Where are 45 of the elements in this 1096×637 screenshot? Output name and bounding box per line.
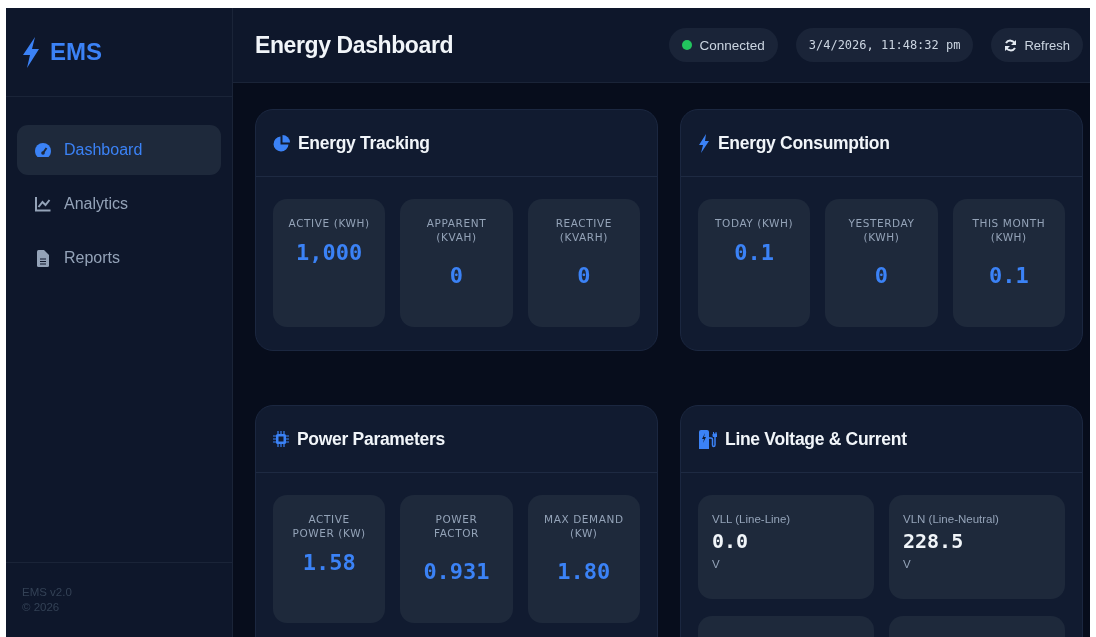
refresh-icon xyxy=(1004,38,1018,52)
metric-label: TODAY (KWH) xyxy=(715,216,794,230)
metric-value: 0 xyxy=(449,263,464,290)
metric-label: APPARENT (KVAH) xyxy=(425,216,488,244)
metric-value: 0.931 xyxy=(423,559,490,586)
reading-value: 0.0 xyxy=(712,529,749,553)
nav-item[interactable]: Reports xyxy=(17,233,221,283)
datetime-text: 3/4/2026, 11:48:32 pm xyxy=(808,38,961,52)
card-title: Energy Tracking xyxy=(298,132,430,154)
chip-icon xyxy=(273,431,289,447)
metric-label: ACTIVE POWER (KW) xyxy=(291,512,367,540)
reading-value: 228.5 xyxy=(903,529,964,553)
pie-chart-icon xyxy=(273,134,290,152)
line-chart-icon xyxy=(34,196,52,212)
lightning-icon xyxy=(698,133,710,153)
reading-label: VLL (Line-Line) xyxy=(712,513,791,525)
nav-item[interactable]: Analytics xyxy=(17,179,221,229)
metric-value: 0 xyxy=(577,263,591,290)
metric-label: THIS MONTH (KWH) xyxy=(971,216,1047,244)
card-title: Power Parameters xyxy=(297,428,445,450)
nav-item[interactable]: Dashboard xyxy=(17,125,221,175)
metric-label: MAX DEMAND (KW) xyxy=(543,512,625,540)
metric-label: ACTIVE (KWH) xyxy=(288,216,370,230)
card-title: Line Voltage & Current xyxy=(725,428,907,450)
metric-value: 1.58 xyxy=(302,550,356,577)
metric-label: REACTIVE (KVARH) xyxy=(554,216,613,244)
charging-station-icon xyxy=(698,429,717,449)
metric-value: 0.1 xyxy=(988,263,1029,290)
metric-value: 1,000 xyxy=(296,240,363,267)
lightning-icon xyxy=(22,36,40,68)
metric-value: 1.80 xyxy=(557,559,611,586)
metric-label: POWER FACTOR xyxy=(433,512,480,540)
page-title: Energy Dashboard xyxy=(255,31,454,59)
document-icon xyxy=(34,249,52,267)
metric-value: 0.1 xyxy=(734,240,775,267)
gauge-icon xyxy=(34,142,52,158)
metric-label: YESTERDAY (KWH) xyxy=(847,216,916,244)
reading-unit: V xyxy=(712,558,720,570)
metric-value: 0 xyxy=(874,263,889,290)
refresh-button[interactable]: Refresh xyxy=(991,28,1083,62)
reading-label: VLN (Line-Neutral) xyxy=(903,513,999,525)
card-title: Energy Consumption xyxy=(718,132,890,154)
reading-unit: V xyxy=(903,558,911,570)
app-logo: EMS xyxy=(50,38,102,66)
status-label: Connected xyxy=(699,37,765,53)
